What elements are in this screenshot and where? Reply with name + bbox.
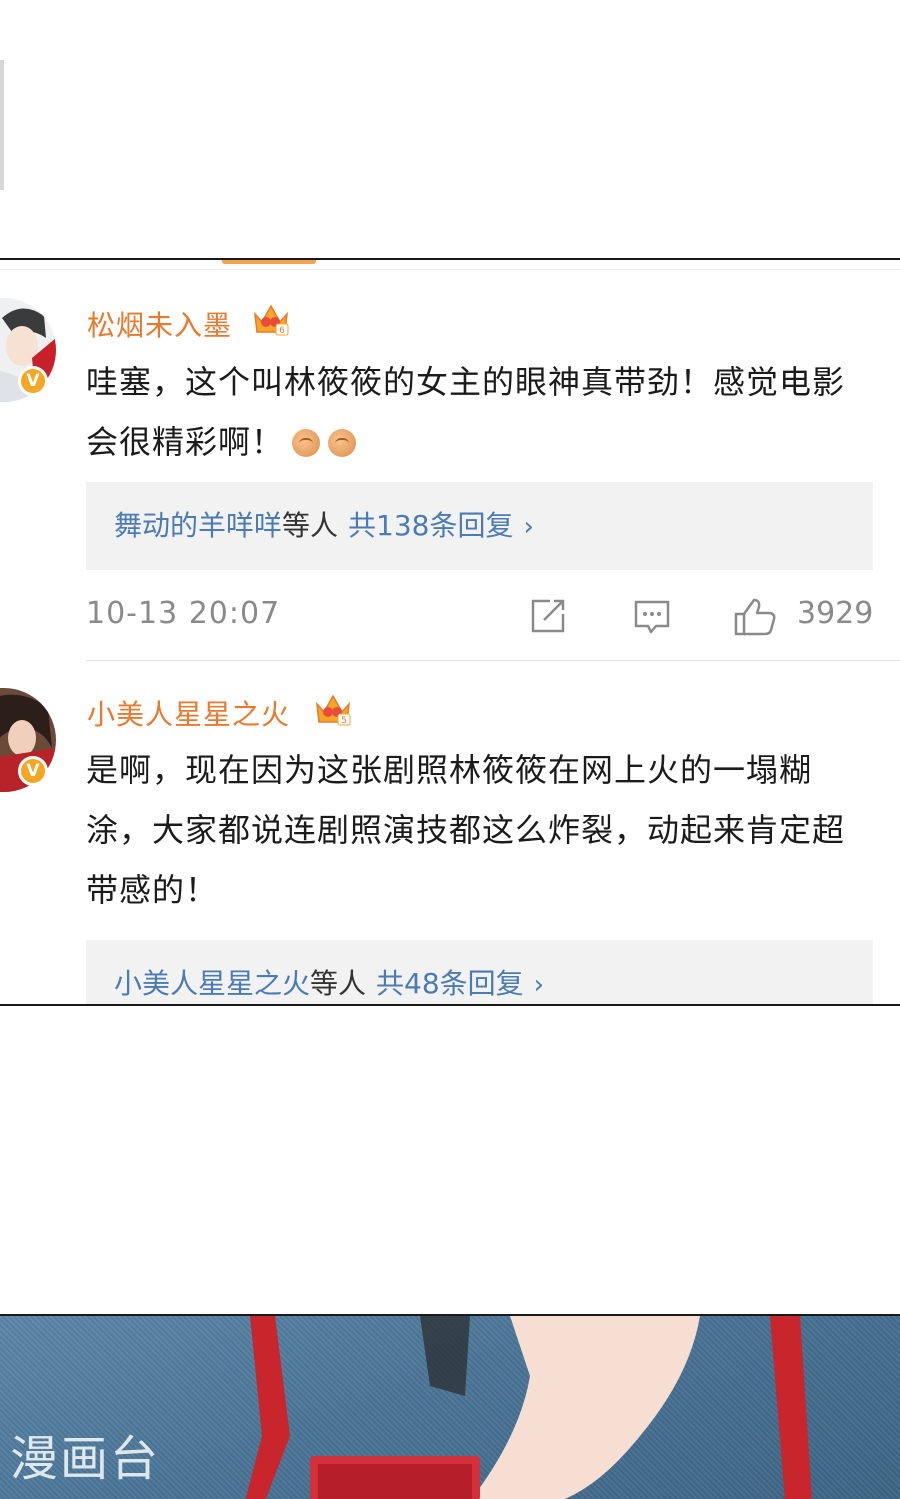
verified-badge: V — [18, 756, 48, 786]
comment-meta-row: 10-13 20:07 3929 — [86, 596, 874, 636]
chevron-right-icon: › — [523, 512, 534, 542]
chevron-right-icon: › — [533, 970, 545, 1000]
crown-level-icon: 5 — [315, 694, 351, 726]
blank-panel-top — [0, 0, 900, 258]
share-icon[interactable] — [528, 596, 568, 636]
comment-text-content: 哇塞，这个叫林筱筱的女主的眼神真带劲！感觉电影会很精彩啊！ — [86, 363, 846, 461]
like-count: 3929 — [797, 596, 874, 631]
username[interactable]: 松烟未入墨 — [87, 304, 232, 344]
comment-text: 是啊，现在因为这张剧照林筱筱在网上火的一塌糊涂，大家都说连剧照演技都这么炸裂，动… — [86, 751, 846, 909]
comment-text: 哇塞，这个叫林筱筱的女主的眼神真带劲！感觉电影会很精彩啊！ — [86, 352, 876, 472]
avatar-2[interactable]: V — [0, 688, 56, 792]
reply-etc-label: 等人 — [282, 509, 339, 542]
fist-emoji-icon — [328, 429, 357, 457]
comment-icon[interactable] — [632, 596, 672, 636]
username[interactable]: 小美人星星之火 — [87, 693, 290, 733]
watermark: 漫画台 — [10, 1431, 161, 1487]
like-thumb-icon[interactable] — [732, 596, 778, 636]
tab-indicator — [222, 260, 316, 264]
crown-level-icon: 6 — [253, 304, 289, 336]
svg-text:6: 6 — [279, 326, 285, 336]
fist-emoji-icon — [292, 429, 321, 457]
comment-divider — [86, 660, 900, 661]
reply-count: 共48条回复 — [376, 967, 524, 1000]
reply-etc-label: 等人 — [310, 967, 367, 1000]
comic-panel-illustration: 漫画台 — [0, 1314, 900, 1499]
avatar-1[interactable]: V — [0, 298, 56, 402]
reply-preview-box[interactable]: 小美人星星之火等人 共48条回复 › — [86, 940, 873, 1004]
reply-preview-box[interactable]: 舞动的羊咩咩等人 共138条回复 › — [86, 482, 873, 570]
reply-authors: 舞动的羊咩咩 — [114, 509, 283, 542]
verified-badge: V — [18, 366, 48, 396]
comment-screenshot-panel: V 松烟未入墨 6 哇塞，这个叫林筱筱的女主的眼神真带劲！感觉电影会很精彩啊！ … — [0, 258, 900, 1006]
svg-text:5: 5 — [341, 716, 347, 726]
timestamp: 10-13 20:07 — [86, 596, 281, 631]
top-divider — [0, 269, 900, 270]
reply-authors: 小美人星星之火 — [114, 967, 311, 1000]
reply-count: 共138条回复 — [348, 509, 514, 542]
